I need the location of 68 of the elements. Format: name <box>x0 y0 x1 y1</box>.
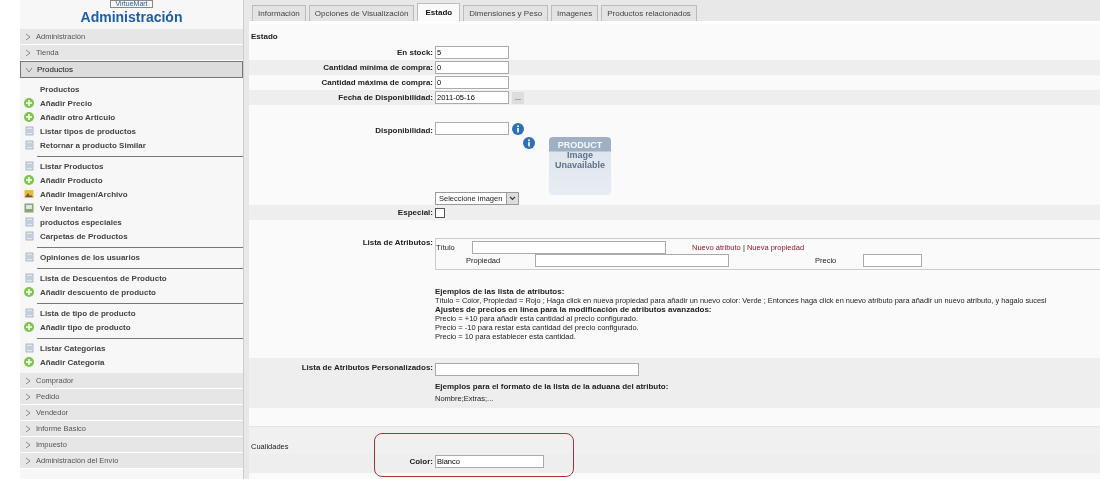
field-label: Lista de Atributos Personalizados: <box>300 363 434 372</box>
checkbox[interactable] <box>435 207 445 218</box>
menu-link[interactable]: Lista de tipo de producto <box>40 308 136 318</box>
input-field[interactable] <box>435 122 509 135</box>
document-icon <box>24 126 34 136</box>
field-label: Lista de Atributos: <box>361 238 434 247</box>
tab[interactable]: Dimensiones y Peso <box>463 5 549 21</box>
field-label: Disponibilidad: <box>374 126 434 135</box>
field-label: En stock: <box>396 48 434 57</box>
menu-link[interactable]: Añadir Categoría <box>40 357 105 367</box>
plus-icon <box>24 175 34 185</box>
document-icon <box>24 343 34 353</box>
plus-icon <box>24 287 34 297</box>
examples-heading: Ejemplos para el formato de la lista de la aduana del atributo: <box>435 382 669 391</box>
tab[interactable]: Opciones de Visualización <box>308 5 415 21</box>
tab[interactable]: Productos relacionados <box>601 5 697 21</box>
placeholder-text: Image <box>567 150 593 160</box>
plus-icon <box>24 98 34 108</box>
menu-link[interactable]: Añadir Producto <box>40 175 103 185</box>
field-label: Fecha de Disponibilidad: <box>337 93 434 102</box>
document-icon <box>24 231 34 241</box>
field-label: Cantidad máxima de compra: <box>320 78 434 87</box>
menu-link[interactable]: Opiniones de los usuarios <box>40 252 141 262</box>
field-label: Especial: <box>396 208 434 217</box>
info-icon[interactable] <box>523 137 535 149</box>
menu-link[interactable]: Añadir Precio <box>40 98 92 108</box>
tab[interactable]: Estado <box>417 3 461 21</box>
menu-link[interactable]: Listar Productos <box>40 161 104 171</box>
examples-heading: Ejemplos de las lista de atributos: <box>435 287 566 296</box>
tab[interactable]: Imagenes <box>551 5 599 21</box>
caret-icon <box>509 196 517 201</box>
menu-link[interactable]: productos especiales <box>40 217 122 227</box>
menu-link[interactable]: Añadir otro Articulo <box>40 112 116 122</box>
menu-link[interactable]: Listar Categorias <box>40 343 106 353</box>
info-icon[interactable] <box>512 122 524 135</box>
menu-link[interactable]: Ver Inventario <box>40 203 93 213</box>
menu-link[interactable]: Retornar a producto Similar <box>40 140 146 150</box>
plus-icon <box>24 322 34 332</box>
input-field[interactable] <box>535 254 729 267</box>
document-icon <box>24 273 34 283</box>
document-icon <box>24 217 34 227</box>
inventory-icon <box>24 203 34 213</box>
input-field[interactable] <box>435 363 639 376</box>
placeholder-text: PRODUCT <box>557 140 603 150</box>
plus-icon <box>24 112 34 122</box>
menu-section[interactable]: Productos <box>20 61 243 78</box>
placeholder-text: Unavailable <box>555 160 605 170</box>
menu-link[interactable]: Carpetas de Productos <box>40 231 128 241</box>
image-icon <box>24 189 34 199</box>
field-label: Color: <box>408 457 434 466</box>
document-icon <box>24 308 34 318</box>
admin-title: Administración <box>79 9 184 25</box>
tab[interactable]: Información <box>252 5 306 21</box>
menu-link[interactable]: Productos <box>40 84 80 94</box>
menu-link[interactable]: Añadir Imagen/Archivo <box>40 189 128 199</box>
menu-link[interactable]: Listar tipos de productos <box>40 126 136 136</box>
input-field[interactable] <box>472 241 666 254</box>
menu-link[interactable]: Añadir tipo de producto <box>40 322 131 332</box>
input-field[interactable] <box>863 254 922 267</box>
document-icon <box>24 252 34 262</box>
document-icon <box>24 161 34 171</box>
menu-link[interactable]: Lista de Descuentos de Producto <box>40 273 167 283</box>
menu-link[interactable]: Añadir descuento de producto <box>40 287 156 297</box>
document-icon <box>24 140 34 150</box>
section-title: Estado <box>250 32 279 43</box>
plus-icon <box>24 357 34 367</box>
examples-heading: Ajustes de precios en línea para la modificación de atributos avanzados: <box>435 305 713 314</box>
field-label: Cantidad mínima de compra: <box>322 63 434 72</box>
